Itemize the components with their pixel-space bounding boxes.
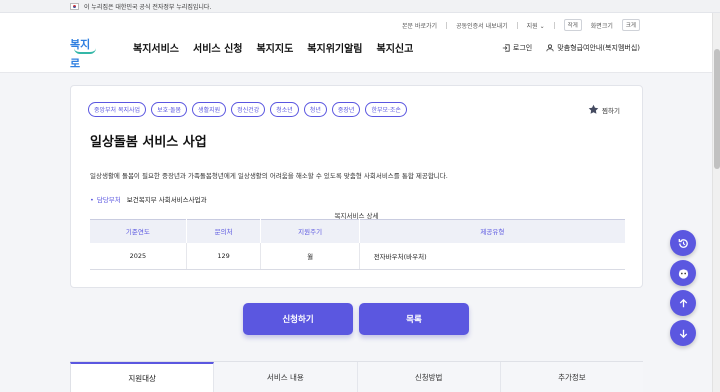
detail-tabs: 지원대상 서비스 내용 신청방법 추가정보	[70, 361, 643, 392]
divider	[516, 21, 518, 29]
scroll-bottom-fab[interactable]	[670, 320, 696, 346]
list-button[interactable]: 목록	[359, 303, 469, 335]
star-icon	[588, 104, 599, 114]
table-cell-type: 전자바우처(바우처)	[359, 242, 625, 270]
apply-button[interactable]: 신청하기	[243, 303, 353, 335]
divider	[553, 21, 555, 29]
nav-welfare-map[interactable]: 복지지도	[256, 40, 293, 55]
benefit-guide-label: 맞춤형급여안내(복지멤버십)	[557, 44, 640, 52]
department-value: 보건복지부 사회서비스사업과	[126, 196, 207, 204]
header-actions: 로그인 맞춤형급여안내(복지멤버십)	[502, 43, 640, 53]
page-scrollbar[interactable]	[712, 13, 720, 392]
refresh-icon	[678, 238, 688, 248]
favorite-button[interactable]: 찜하기	[588, 104, 620, 115]
table-cell-contact: 129	[186, 242, 262, 270]
category-tags: 중앙부처 복지사업 보호·돌봄 생활지원 정신건강 청소년 청년 중장년 한부모…	[88, 102, 407, 117]
utility-links: 본문 바로가기 공동인증서 내보내기 지원 ⌄ 작게 화면크기 크게	[402, 19, 640, 31]
site-header: 본문 바로가기 공동인증서 내보내기 지원 ⌄ 작게 화면크기 크게 복지로 복…	[0, 13, 712, 73]
cert-export-link[interactable]: 공동인증서 내보내기	[456, 21, 508, 30]
gov-banner: 이 누리집은 대한민국 공식 전자정부 누리집입니다.	[0, 0, 720, 13]
benefit-guide-link[interactable]: 맞춤형급여안내(복지멤버십)	[546, 43, 640, 53]
nav-welfare-report[interactable]: 복지신고	[377, 40, 414, 55]
tag-youth-teen[interactable]: 청소년	[270, 102, 299, 117]
table-cell-cycle: 월	[260, 242, 360, 270]
skip-link[interactable]: 본문 바로가기	[402, 21, 437, 30]
scroll-top-fab[interactable]	[670, 290, 696, 316]
screen-size-label: 화면크기	[590, 22, 613, 30]
chatbot-fab[interactable]	[670, 260, 696, 286]
tag-young-adult[interactable]: 청년	[303, 102, 327, 117]
tab-how-to-apply[interactable]: 신청방법	[358, 362, 501, 392]
divider	[446, 21, 448, 29]
login-icon	[502, 44, 510, 52]
font-large-button[interactable]: 크게	[621, 19, 640, 31]
tag-central-ministry[interactable]: 중앙부처 복지사업	[88, 102, 147, 117]
table-header-row: 기준연도 문의처 지원주기 제공유형	[90, 219, 625, 243]
arrow-up-icon	[679, 298, 687, 307]
user-icon	[546, 44, 554, 52]
region-select[interactable]: 지원 ⌄	[527, 21, 545, 30]
table-cell-year: 2025	[90, 242, 187, 270]
table-header: 지원주기	[260, 219, 360, 243]
service-description: 일상생활에 돌봄이 필요한 중장년과 가족돌봄청년에게 일상생활의 어려움을 해…	[90, 172, 448, 180]
korea-flag-icon	[70, 2, 79, 10]
region-label: 지원	[526, 22, 538, 30]
site-logo[interactable]: 복지로	[70, 33, 100, 70]
tag-care[interactable]: 보호·돌봄	[151, 102, 188, 117]
nav-welfare-services[interactable]: 복지서비스	[133, 40, 179, 55]
main-nav: 복지서비스 서비스 신청 복지지도 복지위기알림 복지신고	[133, 40, 413, 55]
department-info: 담당부처 보건복지부 사회서비스사업과	[90, 194, 207, 204]
chatbot-icon	[678, 268, 688, 279]
tag-living-support[interactable]: 생활지원	[192, 102, 227, 117]
chevron-down-icon: ⌄	[539, 22, 545, 30]
font-small-button[interactable]: 작게	[563, 19, 582, 31]
arrow-down-icon	[679, 329, 687, 338]
service-detail-card: 중앙부처 복지사업 보호·돌봄 생활지원 정신건강 청소년 청년 중장년 한부모…	[70, 85, 643, 288]
table-row: 2025 129 월 전자바우처(바우처)	[90, 242, 625, 270]
tag-single-parent[interactable]: 한부모·조손	[365, 102, 407, 117]
page-title: 일상돌봄 서비스 사업	[90, 135, 207, 150]
login-label: 로그인	[512, 44, 533, 52]
nav-crisis-alert[interactable]: 복지위기알림	[307, 40, 362, 55]
department-label: 담당부처	[90, 194, 121, 204]
logo-smile-mark	[74, 48, 96, 54]
logo-text: 복지로	[70, 38, 91, 70]
tag-mental-health[interactable]: 정신건강	[231, 102, 266, 117]
login-link[interactable]: 로그인	[502, 43, 532, 53]
nav-service-apply[interactable]: 서비스 신청	[193, 40, 242, 55]
table-header: 제공유형	[359, 219, 625, 243]
table-header: 기준연도	[90, 219, 187, 243]
table-header: 문의처	[186, 219, 262, 243]
refresh-fab[interactable]	[670, 230, 696, 256]
service-detail-table: 기준연도 문의처 지원주기 제공유형 2025 129 월 전자바우처(바우처)	[90, 219, 625, 270]
tab-service-content[interactable]: 서비스 내용	[214, 362, 358, 392]
gov-banner-text: 이 누리집은 대한민국 공식 전자정부 누리집입니다.	[84, 3, 212, 11]
favorite-label: 찜하기	[602, 106, 620, 115]
tag-middle-aged[interactable]: 중장년	[331, 102, 361, 117]
tab-additional-info[interactable]: 추가정보	[501, 362, 643, 392]
tab-eligibility[interactable]: 지원대상	[70, 362, 215, 392]
scrollbar-thumb[interactable]	[714, 49, 720, 169]
